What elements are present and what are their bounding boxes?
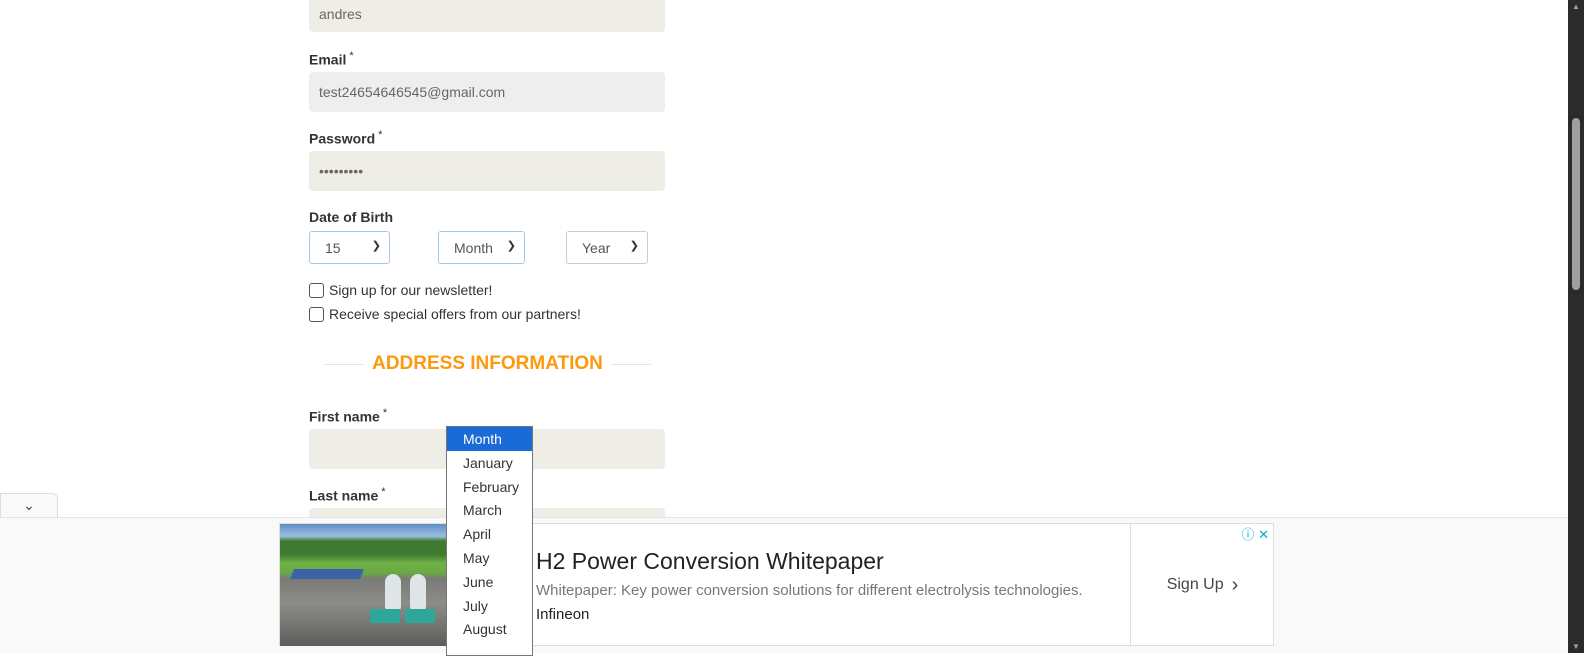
chevron-right-icon: › bbox=[1231, 573, 1239, 596]
chevron-down-icon: ❯ bbox=[371, 240, 381, 252]
ad-banner[interactable]: H2 Power Conversion Whitepaper Whitepape… bbox=[279, 523, 1274, 646]
month-option[interactable]: August bbox=[447, 617, 532, 641]
chevron-down-icon: ⌄ bbox=[23, 497, 35, 513]
info-icon[interactable]: ⓘ bbox=[1241, 527, 1254, 542]
month-select[interactable]: Month ❯ bbox=[438, 231, 525, 264]
ad-description: Whitepaper: Key power conversion solutio… bbox=[536, 582, 1083, 599]
month-option[interactable]: January bbox=[447, 451, 532, 475]
password-label: Password * bbox=[309, 129, 383, 147]
month-option[interactable]: July bbox=[447, 594, 532, 618]
month-option[interactable]: February bbox=[447, 475, 532, 499]
name-input[interactable]: andres bbox=[309, 0, 665, 32]
offers-checkbox[interactable]: Receive special offers from our partners… bbox=[309, 306, 581, 322]
last-name-label: Last name * bbox=[309, 486, 386, 504]
chevron-down-icon: ❯ bbox=[629, 240, 639, 252]
scrollbar[interactable]: ▲ ▼ bbox=[1568, 0, 1584, 653]
ad-title[interactable]: H2 Power Conversion Whitepaper bbox=[536, 548, 884, 575]
month-dropdown-list[interactable]: Month January February March April May June Jul… bbox=[446, 426, 533, 656]
month-option[interactable]: May bbox=[447, 546, 532, 570]
day-select[interactable]: 15 ❯ bbox=[309, 231, 390, 264]
newsletter-checkbox[interactable]: Sign up for our newsletter! bbox=[309, 282, 492, 298]
chevron-down-icon: ❯ bbox=[506, 240, 516, 252]
ad-image bbox=[280, 524, 450, 646]
ad-collapse-button[interactable]: ⌄ bbox=[0, 493, 58, 518]
email-label: Email * bbox=[309, 50, 354, 68]
ad-brand: Infineon bbox=[536, 606, 590, 623]
address-section-title: ADDRESS INFORMATION bbox=[0, 353, 975, 375]
year-select[interactable]: Year ❯ bbox=[566, 231, 648, 264]
month-option[interactable]: Month bbox=[447, 427, 532, 451]
email-input[interactable]: test24654646545@gmail.com bbox=[309, 72, 665, 112]
scrollbar-thumb[interactable] bbox=[1572, 118, 1580, 290]
password-input[interactable]: ••••••••• bbox=[309, 151, 665, 191]
month-option[interactable]: June bbox=[447, 570, 532, 594]
scroll-up-icon[interactable]: ▲ bbox=[1572, 2, 1580, 11]
month-option[interactable]: April bbox=[447, 522, 532, 546]
scroll-down-icon[interactable]: ▼ bbox=[1572, 642, 1580, 651]
close-icon[interactable]: ✕ bbox=[1258, 527, 1269, 542]
dob-label: Date of Birth bbox=[309, 209, 393, 225]
first-name-label: First name * bbox=[309, 407, 388, 425]
month-option[interactable]: March bbox=[447, 498, 532, 522]
